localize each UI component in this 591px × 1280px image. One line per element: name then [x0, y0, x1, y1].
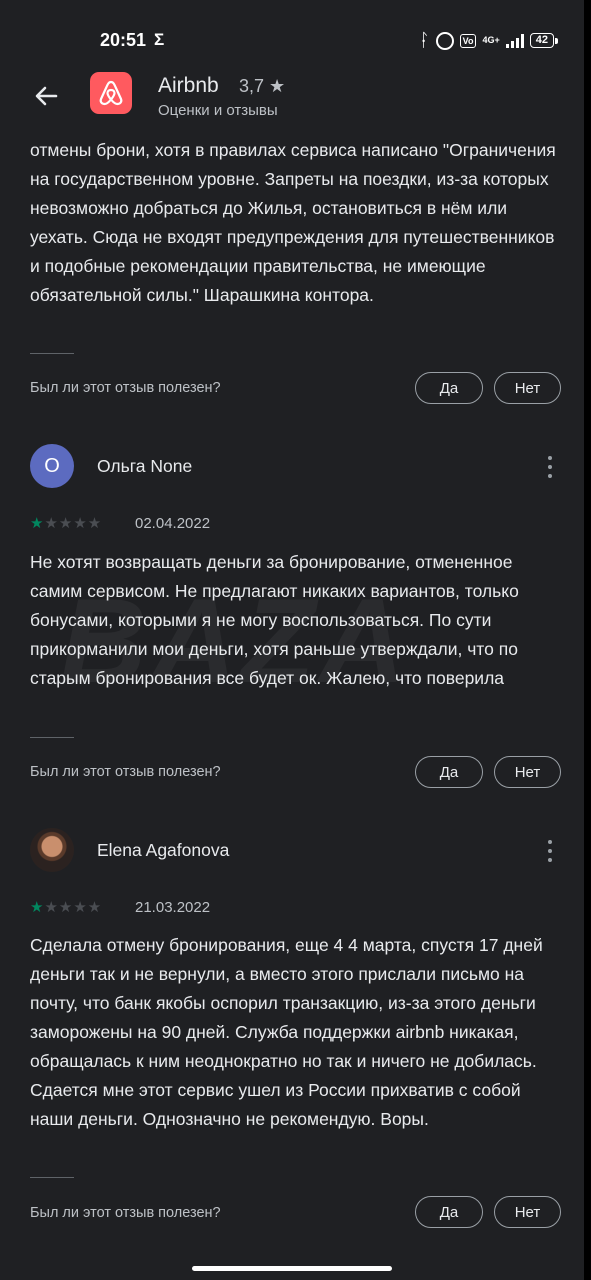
network-type: 4G+: [482, 35, 500, 45]
helpful-yes-button[interactable]: Да: [415, 1196, 483, 1228]
home-indicator[interactable]: [192, 1266, 392, 1271]
star-filled-icon: ★: [30, 899, 45, 916]
page-subtitle: Оценки и отзывы: [158, 102, 278, 119]
app-rating: 3,7 ★: [239, 76, 286, 96]
divider: [30, 353, 74, 354]
signal-icon: [505, 33, 524, 48]
divider: [30, 1177, 74, 1178]
helpful-question: Был ли этот отзыв полезен?: [30, 764, 221, 780]
status-icons: ᛛ Vo 4G+ 42: [418, 30, 559, 51]
status-bar: 20:51 Σ ᛛ Vo 4G+ 42: [0, 0, 584, 62]
star-rating: ★★★★★: [30, 898, 102, 916]
divider: [30, 737, 74, 738]
back-button[interactable]: [30, 80, 62, 112]
status-time: 20:51: [100, 30, 147, 50]
more-options-icon[interactable]: [540, 456, 560, 478]
star-filled-icon: ★: [30, 515, 45, 532]
helpful-yes-button[interactable]: Да: [415, 372, 483, 404]
back-arrow-icon: [35, 86, 58, 106]
helpful-no-button[interactable]: Нет: [494, 1196, 561, 1228]
avatar: О: [30, 444, 74, 488]
baza-watermark: BAZA: [60, 574, 410, 708]
helpful-question: Был ли этот отзыв полезен?: [30, 1205, 221, 1221]
review-date: 02.04.2022: [135, 515, 211, 532]
star-empty-icon: ★★★★: [44, 515, 103, 532]
helpful-no-button[interactable]: Нет: [494, 756, 561, 788]
alarm-icon: [435, 31, 454, 50]
review-text: Сделала отмену бронирования, еще 4 4 мар…: [30, 935, 543, 1129]
more-options-icon[interactable]: [540, 840, 560, 862]
sigma-icon: Σ: [154, 30, 165, 49]
helpful-question: Был ли этот отзыв полезен?: [30, 380, 221, 396]
airbnb-logo-icon: [90, 72, 132, 114]
avatar: [30, 828, 74, 872]
review-text: отмены брони, хотя в правилах сервиса на…: [30, 140, 556, 305]
helpful-no-button[interactable]: Нет: [494, 372, 561, 404]
screen: 20:51 Σ ᛛ Vo 4G+ 42 Airbnb 3,7 ★ Оценки …: [0, 0, 584, 1280]
review-date: 21.03.2022: [135, 899, 211, 916]
star-rating: ★★★★★: [30, 514, 102, 532]
battery-icon: 42: [529, 33, 559, 48]
bluetooth-icon: ᛛ: [418, 30, 430, 50]
reviewer-name: Ольга None: [97, 456, 193, 476]
app-title: Airbnb: [158, 74, 219, 97]
star-empty-icon: ★★★★: [44, 899, 103, 916]
volte-icon: Vo: [459, 33, 477, 48]
screen-edge: [584, 0, 591, 1280]
reviewer-name: Elena Agafonova: [97, 840, 230, 860]
helpful-yes-button[interactable]: Да: [415, 756, 483, 788]
